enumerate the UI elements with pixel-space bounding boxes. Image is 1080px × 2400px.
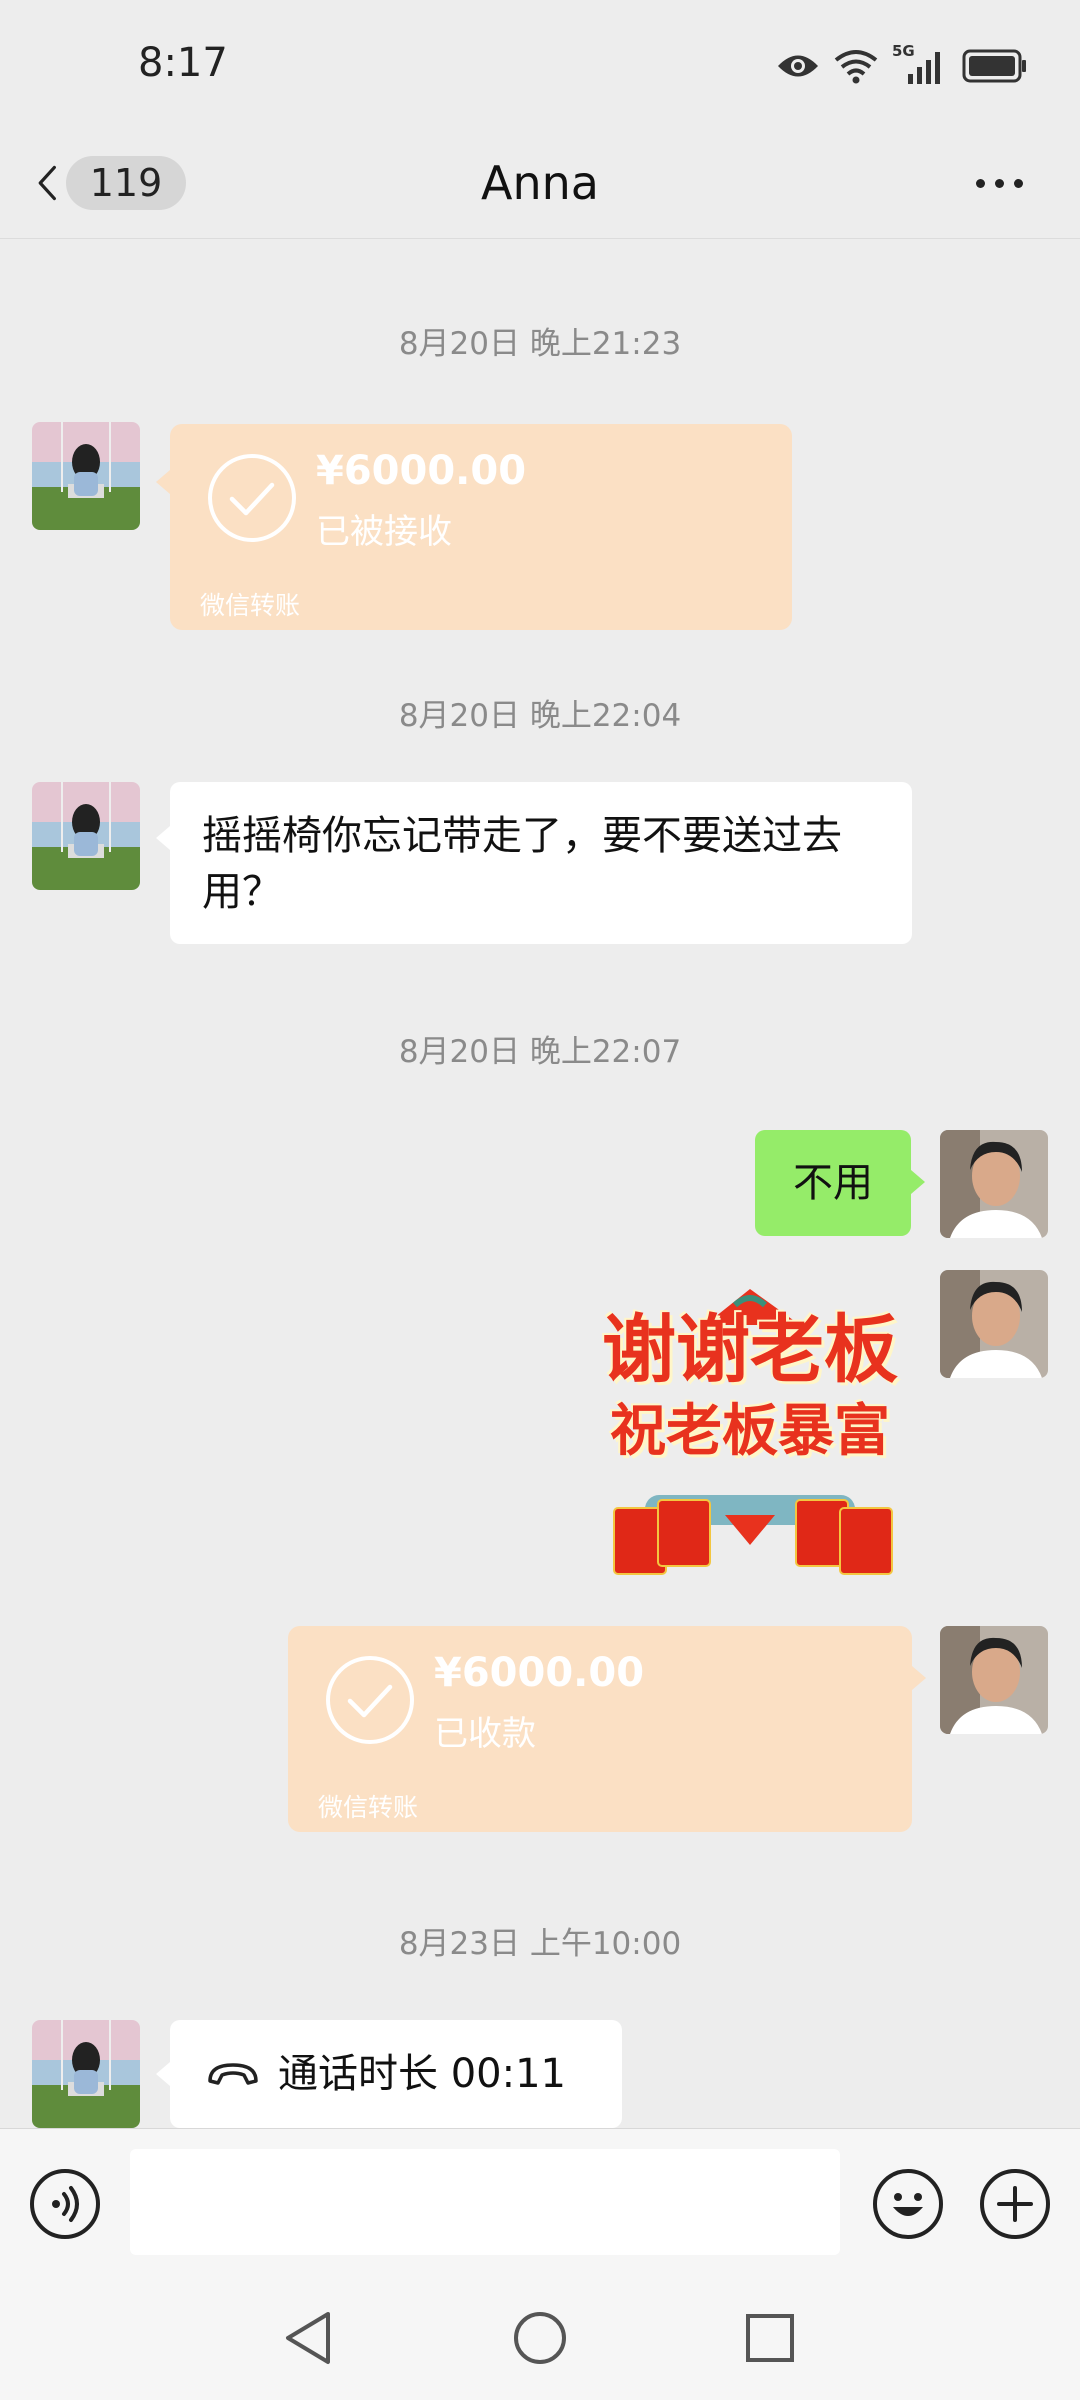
sticker-line1: 谢谢老板 [602,1307,898,1393]
plus-button[interactable] [980,2169,1050,2239]
avatar-self[interactable] [940,1626,1048,1734]
avatar-self[interactable] [940,1270,1048,1378]
signal-icon: 5G [892,42,948,86]
more-button[interactable] [954,146,1044,220]
status-time: 8:17 [138,40,228,86]
transfer-amount: ¥6000.00 [316,448,527,494]
transfer-card-received[interactable]: ¥6000.00 已被接收 微信转账 [170,424,792,630]
sticker-line2: 祝老板暴富 [610,1399,890,1464]
message-text: 不用 [793,1160,873,1206]
voice-icon [52,2186,79,2222]
check-circle-icon [326,1656,414,1744]
call-duration: 通话时长 00:11 [278,2051,566,2097]
more-icon [975,178,985,188]
message-text: 摇摇椅你忘记带走了，要不要送过去用？ [202,813,842,915]
plus-icon [997,2186,1033,2222]
unread-count-badge: 119 [66,156,186,210]
timestamp: 8月20日 晚上21:23 [398,326,682,362]
chevron-left-icon [38,165,56,201]
input-bar [0,2128,1080,2279]
avatar-anna[interactable] [32,782,140,890]
transfer-amount: ¥6000.00 [434,1650,645,1696]
transfer-status: 已被接收 [316,512,452,552]
system-navigation-bar [0,2278,1080,2400]
eye-icon [778,55,818,77]
transfer-footer: 微信转账 [318,1793,419,1822]
transfer-card-collected[interactable]: ¥6000.00 已收款 微信转账 [288,1626,912,1832]
phone-hangup-icon [208,2063,258,2085]
check-circle-icon [208,454,296,542]
avatar-anna[interactable] [32,422,140,530]
message-bubble-outgoing[interactable]: 不用 [755,1130,911,1236]
emoji-button[interactable] [873,2169,943,2239]
emoji-icon [893,2193,923,2216]
avatar-self[interactable] [940,1130,1048,1238]
red-envelope-icon [839,1507,893,1575]
voice-button[interactable] [30,2169,100,2239]
avatar-anna[interactable] [32,2020,140,2128]
sticker-thanks-boss[interactable]: 谢谢老板 祝老板暴富 [585,1285,915,1585]
red-envelope-icon [657,1499,711,1567]
message-input[interactable] [130,2149,840,2255]
home-circle-icon[interactable] [510,2308,570,2368]
status-icons: 5G [776,42,1028,90]
timestamp: 8月20日 晚上22:04 [398,698,682,734]
call-record-bubble[interactable]: 通话时长 00:11 [170,2020,622,2128]
timestamp: 8月20日 晚上22:07 [398,1034,682,1070]
battery-icon [962,49,1026,83]
transfer-status: 已收款 [434,1714,536,1754]
status-bar: 8:17 5G [0,0,1080,130]
recents-square-icon[interactable] [740,2308,800,2368]
timestamp: 8月23日 上午10:00 [398,1926,682,1962]
chat-header: Anna 119 [0,130,1080,239]
transfer-footer: 微信转账 [200,591,301,620]
back-button[interactable]: 119 [36,146,186,220]
wifi-icon [834,50,878,84]
back-triangle-icon[interactable] [280,2308,336,2368]
message-bubble[interactable]: 摇摇椅你忘记带走了，要不要送过去用？ [170,782,912,944]
